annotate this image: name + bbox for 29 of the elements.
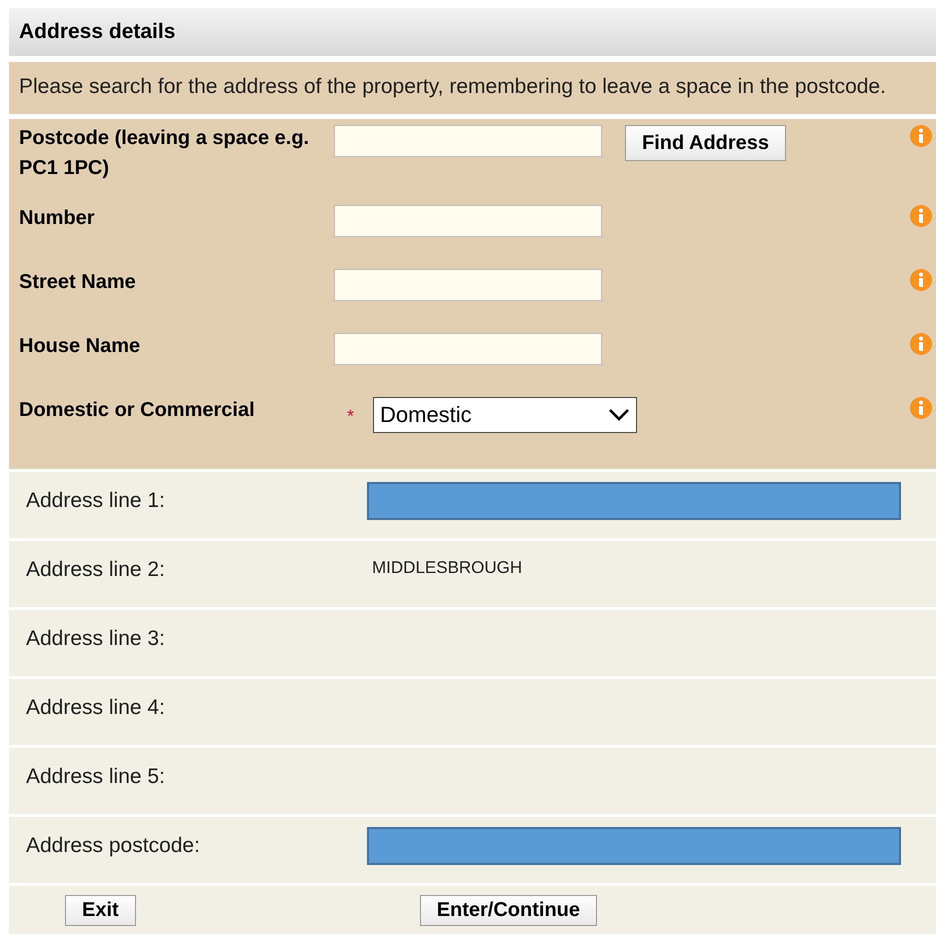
exit-button[interactable]: Exit <box>65 894 136 926</box>
text-field[interactable] <box>334 125 602 157</box>
address-value: MIDDLESBROUGH <box>372 558 522 578</box>
address-label: Address line 2: <box>25 558 166 582</box>
chevron-down-icon <box>608 408 630 422</box>
info-icon[interactable] <box>910 269 932 291</box>
continue-button[interactable]: Enter/Continue <box>420 894 598 926</box>
field-label: Postcode (leaving a space e.g. PC1 1PC) <box>19 126 310 181</box>
address-label: Address line 3: <box>25 627 166 651</box>
instructions-text: Please search for the address of the property, remembering to leave a space in the postcode. <box>19 75 886 98</box>
field-label: Domestic or Commercial <box>19 398 256 423</box>
address-label: Address postcode: <box>25 834 201 858</box>
info-icon[interactable] <box>910 125 932 147</box>
field-label: Number <box>19 206 96 231</box>
info-icon[interactable] <box>910 333 932 355</box>
dropdown[interactable]: Domestic <box>373 397 637 433</box>
address-label: Address line 1: <box>25 489 166 513</box>
section-title: Address details <box>19 20 176 44</box>
address-label: Address line 4: <box>25 696 166 720</box>
text-field[interactable] <box>334 205 602 237</box>
required-marker: * <box>346 405 354 428</box>
text-field[interactable] <box>334 269 602 301</box>
field-label: House Name <box>19 334 142 359</box>
address-label: Address line 5: <box>25 765 166 789</box>
text-field[interactable] <box>334 333 602 365</box>
field-label: Street Name <box>19 270 137 295</box>
info-icon[interactable] <box>910 397 932 419</box>
info-icon[interactable] <box>910 205 932 227</box>
find-address-button[interactable]: Find Address <box>625 125 786 161</box>
